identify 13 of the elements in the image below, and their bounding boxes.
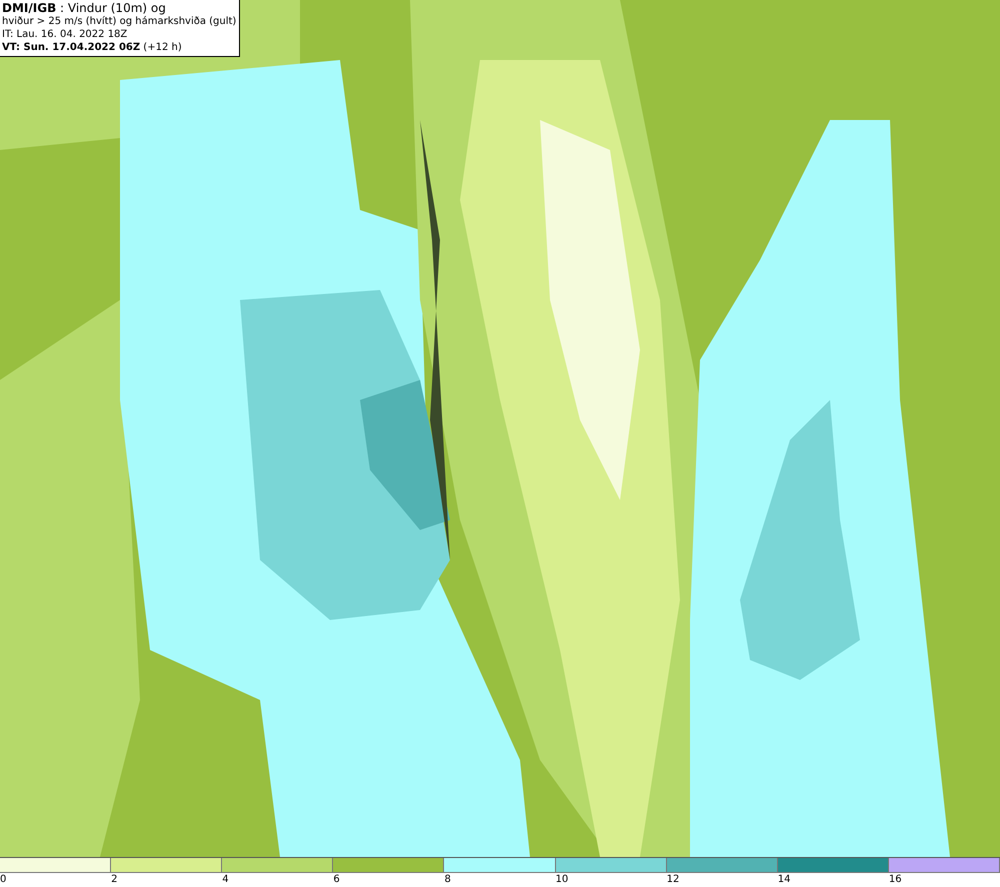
legend-label: 10 — [556, 873, 568, 886]
legend-label: 0 — [0, 873, 6, 886]
caption-line: hviður > 25 m/s (hvítt) og hámarkshviða (gult) — [2, 15, 236, 28]
legend-label: 2 — [111, 873, 118, 886]
legend-label: 14 — [778, 873, 790, 886]
caption-line: VT: Sun. 17.04.2022 06Z (+12 h) — [2, 41, 182, 54]
caption-line: DMI/IGB : Vindur (10m) og — [2, 1, 166, 15]
legend-label: 4 — [222, 873, 229, 886]
legend-label: 8 — [444, 873, 451, 886]
legend-label: 16 — [888, 873, 902, 886]
legend-label: 6 — [333, 873, 340, 886]
legend-label: 12 — [666, 873, 680, 886]
caption-line: IT: Lau. 16. 04. 2022 18Z — [2, 28, 128, 41]
